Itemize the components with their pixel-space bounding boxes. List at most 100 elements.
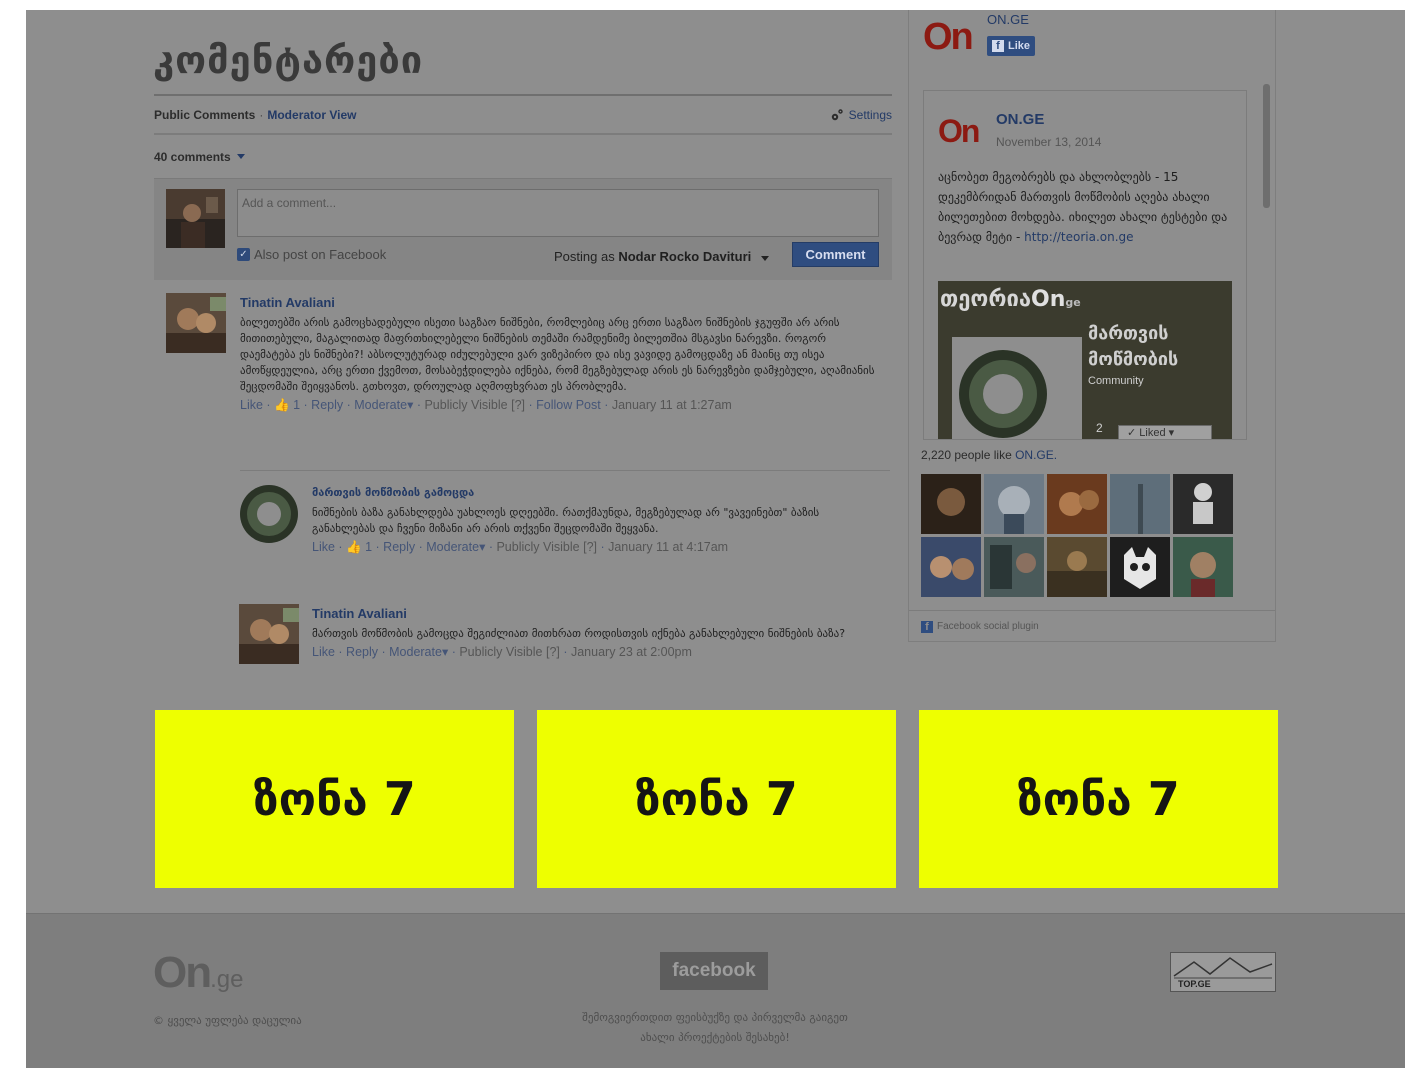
comment-count: 40 comments [154,149,231,164]
visibility-label: Publicly Visible [424,398,508,412]
site-footer: On.ge © ყველა უფლება დაცულია facebook შე… [26,913,1405,1068]
fan-avatar[interactable] [921,537,981,597]
like-link[interactable]: Like [240,398,263,412]
follow-post-link[interactable]: Follow Post [536,398,601,412]
page-like-button[interactable]: f Like [987,36,1036,56]
post-image[interactable]: თეორიაOnge მართვის მოწმობის Community 2 ✓… [938,281,1232,439]
comments-tabs-bar: Public Comments · Moderator View Setting… [154,94,892,134]
page-name-link[interactable]: ON.GE [987,12,1029,27]
moderate-link[interactable]: Moderate [426,540,479,554]
image-title: მართვის მოწმობის [1088,321,1178,373]
also-post-checkbox[interactable]: ✓ Also post on Facebook [237,247,386,262]
moderate-link[interactable]: Moderate [354,398,407,412]
post-date[interactable]: November 13, 2014 [996,135,1101,149]
comment-author[interactable]: Tinatin Avaliani [240,295,880,311]
checkbox-checked-icon: ✓ [237,248,250,261]
fan-avatar[interactable] [1173,474,1233,534]
reply-link[interactable]: Reply [311,398,343,412]
fan-avatar[interactable] [1110,537,1170,597]
moderate-link[interactable]: Moderate [389,645,442,659]
like-button-label: Like [1008,40,1031,52]
facebook-footer-line: შემოგვიერთდით ფეისბუქზე და პირველმა გაიგ… [582,1011,848,1024]
comment-body: ბილეთებში არის გამოცხადებული ისეთი საგზა… [240,316,875,393]
avatar[interactable] [239,484,299,544]
plugin-footer: f Facebook social plugin [909,610,1275,642]
image-subtitle: Community [1088,375,1144,387]
post-link[interactable]: http://teoria.on.ge [1024,230,1133,244]
logo-ring-icon [959,350,1047,438]
post-author-logo[interactable]: On [938,113,980,150]
fan-avatar[interactable] [921,474,981,534]
posting-as-name: Nodar Rocko Davituri [618,249,752,264]
liked-button[interactable]: ✓ Liked ▾ [1118,425,1212,439]
add-comment-input[interactable]: Add a comment... [237,189,879,237]
chevron-down-icon [236,154,245,159]
comment-button[interactable]: Comment [792,242,879,267]
comment-actions: Like · 👍 1 · Reply · Moderate▾ · Publicl… [240,398,732,412]
settings-label: Settings [848,107,892,122]
footer-logo-suffix: .ge [210,966,244,993]
facebook-footer-badge[interactable]: facebook [660,952,768,990]
ad-zone[interactable]: ზონა 7 [155,710,514,888]
top-ge-counter[interactable]: TOP.GE [1170,952,1276,992]
on-ge-logo[interactable]: On [923,16,974,59]
facebook-footer-text: შემოგვიერთდით ფეისბუქზე და პირველმა გაიგ… [536,1008,894,1048]
visibility-help[interactable]: [?] [546,645,560,659]
like-count[interactable]: 1 [293,398,300,412]
facebook-page-plugin: On ON.GE f Like On ON.GE November 13, 20… [908,10,1276,642]
plugin-label[interactable]: Facebook social plugin [937,621,1039,632]
thumbs-up-icon: 👍 [274,398,290,412]
chevron-down-icon: ▾ [407,398,414,412]
avatar[interactable] [239,604,299,664]
image-title-line: მოწმობის [1088,349,1179,370]
visibility-help[interactable]: [?] [583,540,597,554]
likes-text: 2,220 people like [921,448,1012,462]
thumbs-up-icon: 👍 [346,540,362,554]
fan-avatar[interactable] [1047,537,1107,597]
comment-actions: Like · Reply · Moderate▾ · Publicly Visi… [312,645,692,659]
tab-separator: · [259,107,264,122]
reply-link[interactable]: Reply [346,645,378,659]
ad-zone[interactable]: ზონა 7 [537,710,896,888]
comment-timestamp[interactable]: January 11 at 1:27am [612,398,732,412]
like-count[interactable]: 1 [365,540,372,554]
settings-button[interactable]: Settings [830,108,892,122]
tab-public-comments[interactable]: Public Comments [154,108,255,122]
posting-as[interactable]: Posting as Nodar Rocko Davituri [554,249,769,264]
avatar[interactable] [166,293,226,353]
footer-logo[interactable]: On.ge [153,948,243,998]
like-link[interactable]: Like [312,540,335,554]
fan-avatar[interactable] [1173,537,1233,597]
image-brand-text: თეორია [940,287,1032,312]
comment-author[interactable]: Tinatin Avaliani [312,606,872,622]
chevron-down-icon: ▾ [479,540,486,554]
reply-link[interactable]: Reply [383,540,415,554]
ad-zone[interactable]: ზონა 7 [919,710,1278,888]
comment-body: მართვის მოწმობის გამოცდა შეგიძლიათ მითხრ… [312,627,846,640]
page-title: კომენტარები [153,38,424,82]
facebook-footer-line: ახალი პროექტების შესახებ! [640,1031,790,1044]
comment-count-dropdown[interactable]: 40 comments [154,134,892,178]
fan-avatar[interactable] [984,474,1044,534]
comment-timestamp[interactable]: January 11 at 4:17am [608,540,728,554]
visibility-help[interactable]: [?] [511,398,525,412]
like-link[interactable]: Like [312,645,335,659]
comment-actions: Like · 👍 1 · Reply · Moderate▾ · Publicl… [312,540,729,554]
comment-author[interactable]: მართვის მოწმობის გამოცდა [312,485,872,501]
post-author[interactable]: ON.GE [996,111,1044,128]
footer-copyright: © ყველა უფლება დაცულია [153,1014,302,1027]
top-ge-label: TOP.GE [1178,979,1211,989]
divider [240,470,890,471]
comment-item: მართვის მოწმობის გამოცდა ნიშნების ბაზა გ… [312,485,872,555]
likes-page-link[interactable]: ON.GE. [1015,448,1057,462]
tab-moderator-view[interactable]: Moderator View [267,108,356,122]
fan-faces-grid [921,474,1241,597]
image-brand: თეორიაOnge [940,287,1081,312]
fan-avatar[interactable] [1047,474,1107,534]
posting-as-prefix: Posting as [554,249,615,264]
comment-timestamp[interactable]: January 23 at 2:00pm [571,645,692,659]
scrollbar-thumb[interactable] [1263,84,1270,208]
fan-avatar[interactable] [1110,474,1170,534]
comment-body: ნიშნების ბაზა განახლდება უახლოეს დღეებში… [312,506,820,535]
fan-avatar[interactable] [984,537,1044,597]
